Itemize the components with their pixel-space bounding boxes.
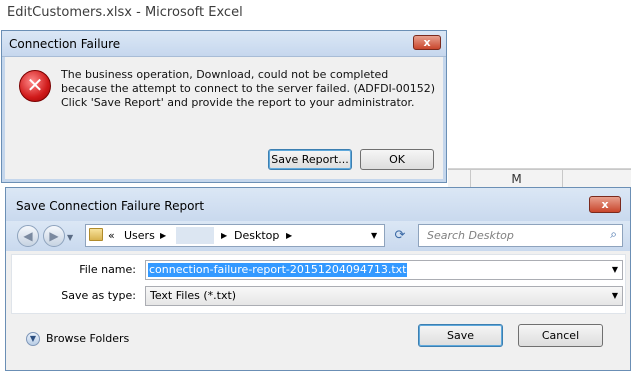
dialog-title-text: Save Connection Failure Report <box>16 199 205 213</box>
save-as-type-label: Save as type: <box>61 289 136 302</box>
error-message: The business operation, Download, could … <box>61 68 436 109</box>
navigation-bar: ◀ ▶ ▼ « Users ▶ ▶ Desktop ▶ ▼ ⟳ Search D… <box>6 221 630 251</box>
dialog-title: Connection Failure x <box>2 31 446 57</box>
address-bar[interactable]: « Users ▶ ▶ Desktop ▶ ▼ <box>85 224 385 247</box>
file-name-input[interactable]: connection-failure-report-20151204094713… <box>145 260 623 280</box>
save-button[interactable]: Save <box>418 324 503 347</box>
chevron-down-icon[interactable]: ▼ <box>612 261 618 279</box>
search-placeholder: Search Desktop <box>427 229 514 242</box>
save-as-type-value: Text Files (*.txt) <box>150 289 237 302</box>
excel-column-header: M <box>448 169 631 189</box>
recent-locations-icon[interactable]: ▼ <box>67 233 73 242</box>
breadcrumb-users[interactable]: Users <box>124 225 155 246</box>
column-header-n[interactable] <box>563 170 631 188</box>
dialog-body: ✕ The business operation, Download, coul… <box>6 57 443 179</box>
search-icon[interactable]: ⌕ <box>610 227 617 242</box>
dialog-title: Save Connection Failure Report x <box>6 188 630 221</box>
breadcrumb-user-folder[interactable] <box>176 227 214 244</box>
save-report-button[interactable]: Save Report... <box>268 149 352 170</box>
folder-icon <box>89 228 103 241</box>
file-form: File name: connection-failure-report-201… <box>11 254 626 314</box>
close-button[interactable]: x <box>413 35 441 50</box>
chevron-down-icon[interactable]: ▼ <box>371 225 377 246</box>
file-name-value[interactable]: connection-failure-report-20151204094713… <box>148 263 408 277</box>
save-report-dialog: Save Connection Failure Report x ◀ ▶ ▼ «… <box>5 187 631 371</box>
expand-icon[interactable]: ▼ <box>26 332 40 346</box>
chevron-right-icon[interactable]: ▶ <box>221 225 227 246</box>
chevron-right-icon[interactable]: ▶ <box>286 225 292 246</box>
cancel-button[interactable]: Cancel <box>518 324 603 347</box>
back-icon[interactable]: ◀ <box>17 225 39 247</box>
excel-ribbon-area <box>448 28 631 169</box>
breadcrumb-desktop[interactable]: Desktop <box>234 225 279 246</box>
search-box[interactable]: Search Desktop ⌕ <box>418 224 623 247</box>
browse-folders-label[interactable]: Browse Folders <box>46 332 129 346</box>
forward-icon[interactable]: ▶ <box>43 225 65 247</box>
refresh-icon[interactable]: ⟳ <box>390 226 410 246</box>
chevron-down-icon[interactable]: ▼ <box>612 287 618 305</box>
dialog-title-text: Connection Failure <box>9 37 121 51</box>
file-name-label: File name: <box>79 263 136 276</box>
connection-failure-dialog: Connection Failure x ✕ The business oper… <box>1 30 447 183</box>
error-icon: ✕ <box>19 70 51 102</box>
save-as-type-select[interactable]: Text Files (*.txt) ▼ <box>145 286 623 306</box>
ok-button[interactable]: OK <box>360 149 434 170</box>
excel-window-title: EditCustomers.xlsx - Microsoft Excel <box>0 0 631 28</box>
chevron-right-icon[interactable]: ▶ <box>160 225 166 246</box>
column-header-m[interactable]: M <box>471 170 563 188</box>
breadcrumb-overflow[interactable]: « <box>108 225 115 246</box>
close-button[interactable]: x <box>589 196 621 213</box>
column-header-l[interactable] <box>448 170 471 188</box>
